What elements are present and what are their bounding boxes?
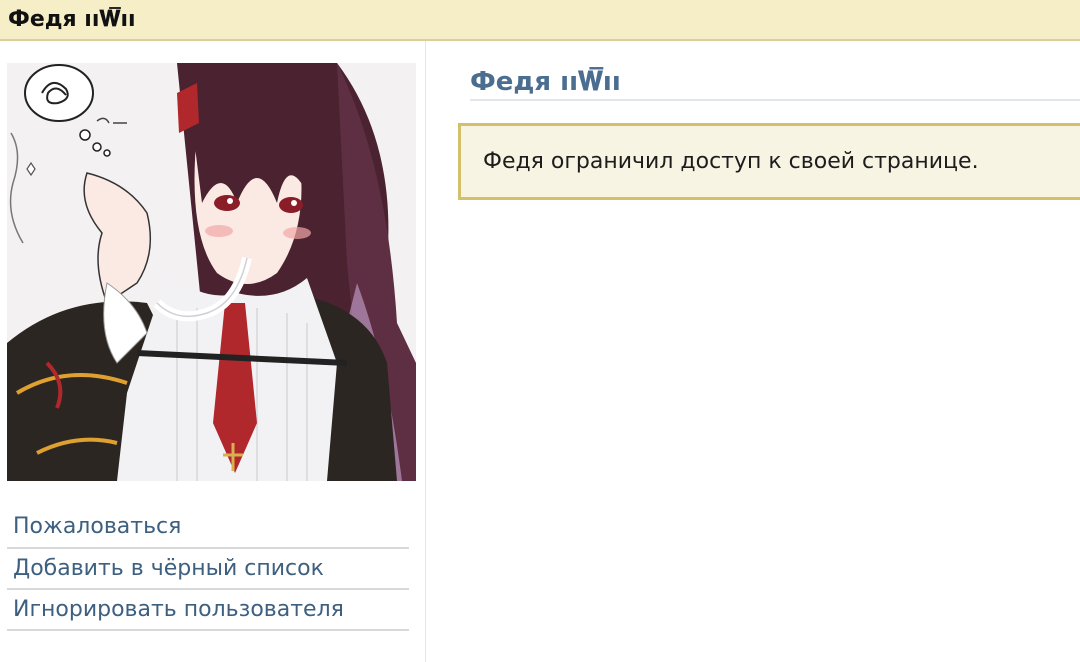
top-header-bar: Федя ıı𝐖̅ıı [0, 0, 1080, 41]
profile-actions: Пожаловаться Добавить в чёрный список Иг… [7, 507, 409, 631]
restricted-access-notice: Федя ограничил доступ к своей странице. [458, 123, 1080, 200]
profile-name-title: Федя ıı𝐖̅ıı [470, 65, 1080, 101]
ignore-user-link[interactable]: Игнорировать пользователя [7, 590, 409, 631]
header-title: Федя ıı𝐖̅ıı [8, 7, 136, 32]
report-link[interactable]: Пожаловаться [7, 507, 409, 549]
profile-sidebar: Пожаловаться Добавить в чёрный список Иг… [0, 41, 426, 662]
add-to-blacklist-link[interactable]: Добавить в чёрный список [7, 549, 409, 590]
notice-text: Федя ограничил доступ к своей странице. [483, 149, 979, 174]
anime-avatar-image [7, 63, 416, 481]
avatar[interactable] [7, 63, 416, 481]
